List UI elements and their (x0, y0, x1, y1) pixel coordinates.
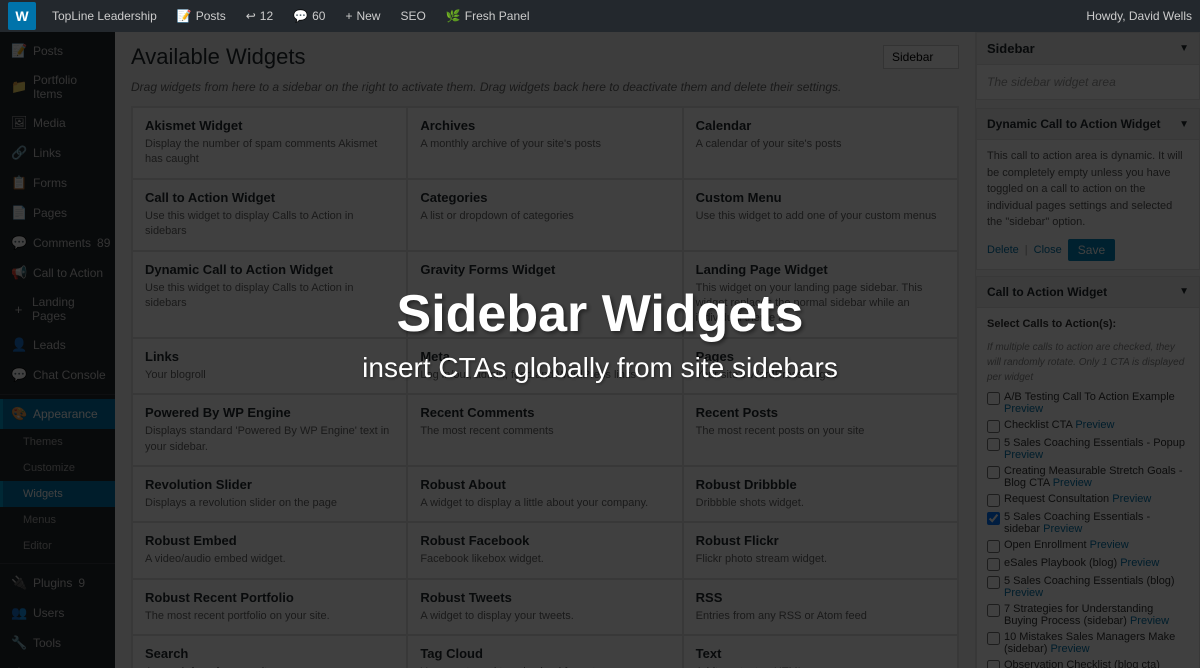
new-label: New (356, 9, 380, 23)
adminbar-new[interactable]: + New (337, 5, 388, 27)
adminbar-site[interactable]: TopLine Leadership (44, 5, 165, 27)
adminbar-chat[interactable]: 💬 60 (285, 5, 333, 27)
fresh-panel-label: Fresh Panel (465, 9, 530, 23)
chat-count: 60 (312, 9, 325, 23)
posts-icon: 📝 (177, 9, 192, 23)
seo-label: SEO (400, 9, 425, 23)
overlay: Sidebar Widgets insert CTAs globally fro… (0, 0, 1200, 668)
adminbar-seo[interactable]: SEO (392, 5, 433, 27)
new-icon: + (345, 9, 352, 23)
wp-logo[interactable]: W (8, 2, 36, 30)
fresh-panel-icon: 🌿 (446, 9, 461, 23)
user-greeting: Howdy, David Wells (1086, 9, 1192, 23)
overlay-subtitle: insert CTAs globally from site sidebars (362, 352, 838, 384)
adminbar-comments-count[interactable]: ↩ 12 (238, 5, 281, 27)
posts-label: Posts (196, 9, 226, 23)
comment-count: 12 (260, 9, 273, 23)
adminbar-items: TopLine Leadership 📝 Posts ↩ 12 💬 60 + N… (44, 5, 1086, 27)
chat-icon: 💬 (293, 9, 308, 23)
adminbar-fresh-panel[interactable]: 🌿 Fresh Panel (438, 5, 538, 27)
comment-icon: ↩ (246, 9, 256, 23)
adminbar-posts[interactable]: 📝 Posts (169, 5, 234, 27)
site-name: TopLine Leadership (52, 9, 157, 23)
overlay-title: Sidebar Widgets (397, 284, 804, 344)
admin-bar: W TopLine Leadership 📝 Posts ↩ 12 💬 60 +… (0, 0, 1200, 32)
